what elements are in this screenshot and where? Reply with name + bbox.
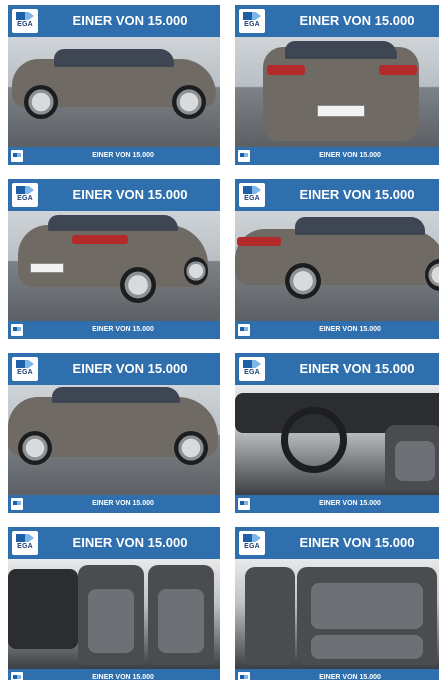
car-photo[interactable]: [235, 211, 439, 321]
tile-headline: EINER VON 15.000: [72, 535, 188, 550]
gallery-tile-6[interactable]: EGA EINER VON 15.000 EINER VON 15.000: [235, 353, 439, 513]
ega-small-logo-icon: [238, 150, 250, 162]
tile-headline: EINER VON 15.000: [299, 361, 415, 376]
ega-logo: EGA: [12, 183, 38, 207]
car-photo[interactable]: [235, 37, 439, 147]
ega-logo: EGA: [12, 9, 38, 33]
ega-logo: EGA: [239, 183, 265, 207]
ega-small-logo-icon: [11, 672, 23, 680]
ega-logo: EGA: [239, 357, 265, 381]
gallery-tile-1[interactable]: EGA EINER VON 15.000 EINER VON 15.000: [8, 5, 220, 165]
ega-logo-icon: [243, 534, 261, 542]
ega-small-logo-icon: [11, 150, 23, 162]
gallery-tile-4[interactable]: EGA EINER VON 15.000 EINER VON 15.000: [235, 179, 439, 339]
gallery-tile-8[interactable]: EGA EINER VON 15.000 EINER VON 15.000: [235, 527, 439, 680]
tile-footer: EINER VON 15.000: [8, 147, 220, 165]
interior-photo[interactable]: [8, 559, 220, 669]
ega-logo: EGA: [239, 9, 265, 33]
interior-photo[interactable]: [235, 385, 439, 495]
tile-headline: EINER VON 15.000: [299, 535, 415, 550]
ega-logo-icon: [16, 360, 34, 368]
ega-logo: EGA: [239, 531, 265, 555]
ega-logo-icon: [243, 360, 261, 368]
gallery-tile-3[interactable]: EGA EINER VON 15.000 EINER VON 15.000: [8, 179, 220, 339]
gallery-tile-2[interactable]: EGA EINER VON 15.000 EINER VON 15.000: [235, 5, 439, 165]
ega-small-logo-icon: [11, 324, 23, 336]
ega-logo-icon: [243, 186, 261, 194]
ega-logo: EGA: [12, 357, 38, 381]
tile-footer: EINER VON 15.000: [8, 669, 220, 680]
ega-small-logo-icon: [238, 498, 250, 510]
tile-footer: EINER VON 15.000: [235, 147, 439, 165]
car-photo[interactable]: [8, 211, 220, 321]
ega-small-logo-icon: [11, 498, 23, 510]
car-photo[interactable]: [8, 385, 220, 495]
photo-gallery-grid: EGA EINER VON 15.000 EINER VON 15.000 EG…: [0, 0, 439, 680]
interior-photo[interactable]: [235, 559, 439, 669]
ega-logo-icon: [243, 12, 261, 20]
tile-headline: EINER VON 15.000: [299, 187, 415, 202]
ega-logo-icon: [16, 186, 34, 194]
ega-logo-icon: [16, 534, 34, 542]
gallery-tile-5[interactable]: EGA EINER VON 15.000 EINER VON 15.000: [8, 353, 220, 513]
gallery-tile-7[interactable]: EGA EINER VON 15.000 EINER VON 15.000: [8, 527, 220, 680]
tile-headline: EINER VON 15.000: [299, 13, 415, 28]
tile-footer: EINER VON 15.000: [235, 495, 439, 513]
tile-footer: EINER VON 15.000: [8, 495, 220, 513]
ega-logo-icon: [16, 12, 34, 20]
tile-headline: EINER VON 15.000: [72, 361, 188, 376]
tile-footer: EINER VON 15.000: [8, 321, 220, 339]
ega-small-logo-icon: [238, 324, 250, 336]
car-photo[interactable]: [8, 37, 220, 147]
ega-small-logo-icon: [238, 672, 250, 680]
tile-headline: EINER VON 15.000: [72, 13, 188, 28]
tile-headline: EINER VON 15.000: [72, 187, 188, 202]
tile-footer: EINER VON 15.000: [235, 321, 439, 339]
ega-logo: EGA: [12, 531, 38, 555]
tile-footer: EINER VON 15.000: [235, 669, 439, 680]
